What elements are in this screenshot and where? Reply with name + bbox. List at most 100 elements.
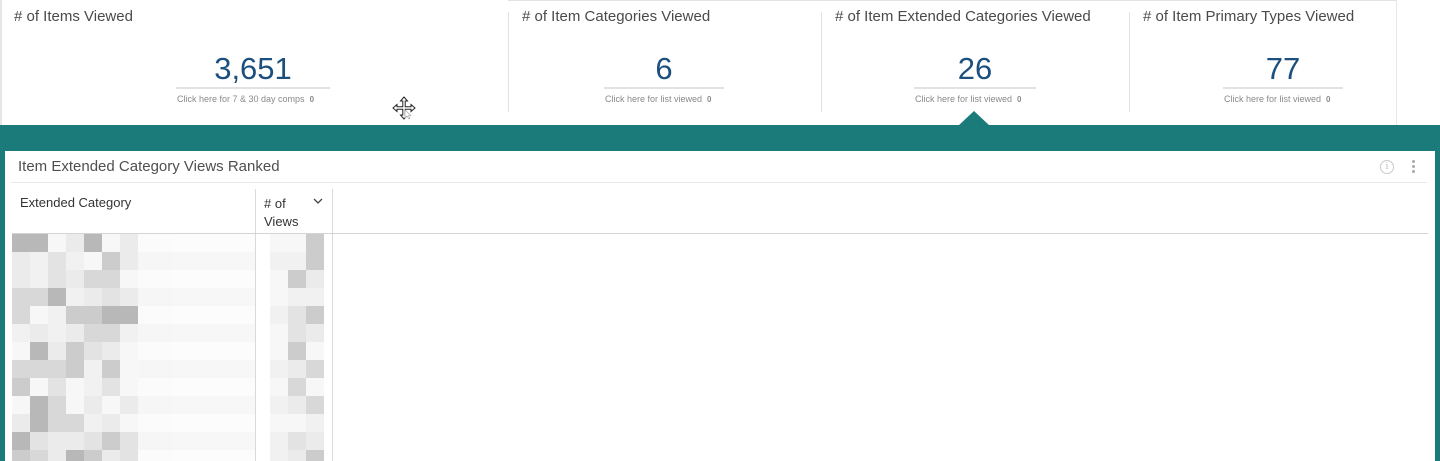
obscured-cell: [12, 306, 30, 324]
obscured-cell: [174, 306, 255, 324]
obscured-cell: [84, 324, 102, 342]
obscured-cell: [12, 450, 30, 461]
obscured-cell: [48, 432, 66, 450]
ranked-table: Extended Category # of Views: [12, 189, 1428, 461]
kpi-link[interactable]: Click here for list viewed 0: [1224, 94, 1330, 104]
obscured-cell: [270, 414, 288, 432]
obscured-cell: [66, 432, 84, 450]
obscured-cell: [84, 306, 102, 324]
kpi-link-text[interactable]: Click here for list viewed: [605, 94, 702, 104]
kpi-link[interactable]: Click here for 7 & 30 day comps 0: [177, 94, 314, 104]
obscured-cell: [156, 414, 174, 432]
obscured-cell: [48, 414, 66, 432]
obscured-cell: [66, 360, 84, 378]
kpi-link[interactable]: Click here for list viewed 0: [915, 94, 1021, 104]
obscured-cell: [120, 450, 138, 461]
obscured-cell: [30, 396, 48, 414]
obscured-cell: [48, 270, 66, 288]
kpi-value[interactable]: 77: [1223, 52, 1343, 86]
column-header-views[interactable]: # of Views: [264, 195, 304, 231]
obscured-cell: [30, 234, 48, 252]
kpi-link[interactable]: Click here for list viewed 0: [605, 94, 711, 104]
obscured-cell: [102, 306, 120, 324]
kpi-link-text[interactable]: Click here for list viewed: [1224, 94, 1321, 104]
column-divider: [332, 189, 333, 461]
obscured-cell: [12, 270, 30, 288]
obscured-cell: [288, 360, 306, 378]
kpi-value[interactable]: 26: [914, 52, 1036, 86]
obscured-cell: [12, 396, 30, 414]
obscured-cell: [120, 252, 138, 270]
move-cursor-icon: [392, 96, 416, 120]
obscured-cell: [288, 432, 306, 450]
obscured-cell: [66, 342, 84, 360]
obscured-cell: [12, 414, 30, 432]
obscured-cell: [102, 324, 120, 342]
kpi-link-text[interactable]: Click here for list viewed: [915, 94, 1012, 104]
obscured-cell: [84, 234, 102, 252]
obscured-cell: [288, 342, 306, 360]
obscured-cell: [102, 234, 120, 252]
obscured-cell: [30, 450, 48, 461]
obscured-cell: [174, 432, 255, 450]
obscured-cell: [12, 234, 30, 252]
kpi-rule: [1223, 87, 1343, 89]
obscured-cell: [84, 270, 102, 288]
obscured-cell: [270, 288, 288, 306]
obscured-cell: [12, 432, 30, 450]
obscured-cell: [174, 234, 255, 252]
obscured-cell: [138, 360, 156, 378]
obscured-cell: [102, 396, 120, 414]
obscured-cell: [306, 306, 324, 324]
kpi-link-text[interactable]: Click here for 7 & 30 day comps: [177, 94, 305, 104]
obscured-cell: [84, 396, 102, 414]
kpi-value[interactable]: 3,651: [176, 52, 330, 86]
kpi-rule: [176, 87, 330, 89]
obscured-cell: [174, 252, 255, 270]
obscured-cell: [174, 414, 255, 432]
obscured-cell: [270, 342, 288, 360]
obscured-cell: [138, 288, 156, 306]
obscured-cell: [306, 342, 324, 360]
obscured-cell: [138, 270, 156, 288]
obscured-cell: [174, 396, 255, 414]
obscured-cell: [156, 324, 174, 342]
kpi-value[interactable]: 6: [604, 52, 724, 86]
kpi-extended-categories-viewed: # of Item Extended Categories Viewed 26 …: [821, 0, 1129, 112]
obscured-cell: [48, 252, 66, 270]
obscured-cell: [138, 450, 156, 461]
kpi-items-viewed: # of Items Viewed 3,651 Click here for 7…: [0, 0, 508, 112]
obscured-cell: [84, 450, 102, 461]
obscured-cell: [270, 360, 288, 378]
chevron-down-icon[interactable]: [312, 196, 324, 206]
obscured-cell: [156, 252, 174, 270]
obscured-cell: [102, 414, 120, 432]
obscured-cell: [306, 414, 324, 432]
obscured-cell: [48, 378, 66, 396]
obscured-cell: [156, 270, 174, 288]
obscured-cell: [270, 252, 288, 270]
obscured-cell: [30, 270, 48, 288]
obscured-cell: [288, 396, 306, 414]
obscured-cell: [84, 342, 102, 360]
info-icon[interactable]: i: [1380, 160, 1394, 174]
kpi-strip: # of Items Viewed 3,651 Click here for 7…: [0, 0, 1440, 125]
obscured-cell: [48, 342, 66, 360]
obscured-cell: [48, 360, 66, 378]
column-header-extended-category[interactable]: Extended Category: [20, 195, 131, 210]
obscured-cell: [174, 450, 255, 461]
kpi-title: # of Item Categories Viewed: [522, 8, 711, 25]
obscured-cell: [12, 324, 30, 342]
obscured-cell: [30, 360, 48, 378]
obscured-cell: [270, 306, 288, 324]
obscured-cell: [288, 378, 306, 396]
obscured-cell: [174, 270, 255, 288]
obscured-cell: [102, 360, 120, 378]
kebab-menu-icon[interactable]: [1410, 159, 1416, 175]
obscured-cell: [156, 306, 174, 324]
obscured-cell: [288, 288, 306, 306]
obscured-cell: [138, 396, 156, 414]
obscured-cell: [156, 360, 174, 378]
obscured-cell: [102, 252, 120, 270]
obscured-cell: [156, 234, 174, 252]
